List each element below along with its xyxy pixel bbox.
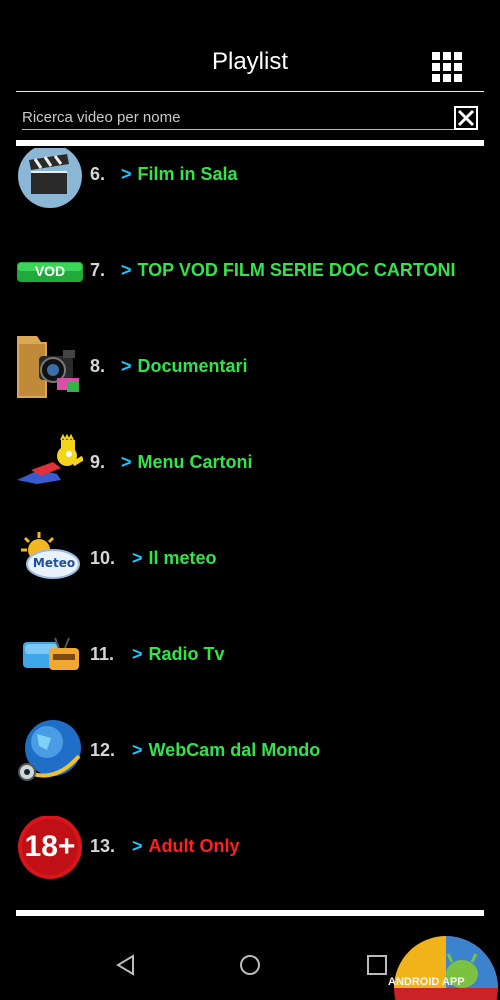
item-text: TOP VOD FILM SERIE DOC CARTONI <box>137 260 456 280</box>
item-arrow: > <box>121 356 132 376</box>
list-top-divider <box>16 140 484 146</box>
back-triangle-icon[interactable] <box>112 950 142 980</box>
item-number: 9. <box>90 452 106 472</box>
playlist-item-film-in-sala[interactable]: 6. > Film in Sala <box>0 148 500 208</box>
playlist-item-documentari[interactable]: 8. > Documentari <box>0 336 500 398</box>
playlist-item-radio-tv[interactable]: 11. > Radio Tv <box>0 626 500 686</box>
header-divider <box>16 91 484 92</box>
item-text: Film in Sala <box>137 164 238 184</box>
item-label: > TOP VOD FILM SERIE DOC CARTONI <box>121 260 456 281</box>
grid-menu-icon[interactable] <box>432 52 462 82</box>
item-number: 12. <box>90 740 116 760</box>
weather-icon: Meteo <box>17 530 83 590</box>
close-box-icon[interactable] <box>454 106 478 130</box>
watermark-text: ANDROID APP <box>388 976 465 988</box>
item-number: 8. <box>90 356 106 376</box>
playlist-item-menu-cartoni[interactable]: 9. > Menu Cartoni <box>0 433 500 494</box>
item-label: > Menu Cartoni <box>121 452 253 473</box>
item-text: Adult Only <box>148 836 240 856</box>
item-number: 6. <box>90 164 106 184</box>
system-navbar: ANDROID APP <box>0 928 500 1000</box>
adult-18-icon: 18+ <box>17 815 83 879</box>
playlist-item-adult-only[interactable]: 18+ 13. > Adult Only <box>0 815 500 879</box>
home-circle-icon[interactable] <box>235 950 265 980</box>
item-arrow: > <box>121 452 132 472</box>
page-title: Playlist <box>211 48 289 75</box>
playlist-item-il-meteo[interactable]: Meteo 10. > Il meteo <box>0 530 500 590</box>
list-bottom-divider <box>16 910 484 916</box>
item-label: > Adult Only <box>132 836 240 857</box>
android-watermark-logo: ANDROID APP <box>378 928 500 1000</box>
item-text: Menu Cartoni <box>137 452 253 472</box>
item-text: Radio Tv <box>148 644 225 664</box>
search-input[interactable] <box>22 108 454 130</box>
folder-camera-icon <box>17 336 83 398</box>
item-arrow: > <box>121 164 132 184</box>
adult-18-text: 18+ <box>24 830 76 863</box>
app-header: Playlist <box>0 0 500 92</box>
item-number: 10. <box>90 548 116 568</box>
item-number: 11. <box>90 644 115 664</box>
tv-radio-icon <box>17 626 83 686</box>
item-number: 7. <box>90 260 106 280</box>
vod-badge-icon: VOD <box>17 242 83 302</box>
item-text: Il meteo <box>148 548 217 568</box>
item-text: WebCam dal Mondo <box>148 740 321 760</box>
cartoon-character-icon <box>17 433 85 494</box>
playlist-item-top-vod[interactable]: VOD 7. > TOP VOD FILM SERIE DOC CARTONI <box>0 242 500 302</box>
item-label: > Il meteo <box>132 548 217 569</box>
item-arrow: > <box>132 836 143 856</box>
item-label: > Documentari <box>121 356 248 377</box>
clapperboard-icon <box>17 148 83 208</box>
globe-webcam-icon <box>17 720 83 782</box>
vod-badge-text: VOD <box>34 263 66 279</box>
weather-icon-text: Meteo <box>32 556 76 570</box>
playlist-list: 6. > Film in Sala VOD 7. > TOP VOD FILM SE… <box>0 148 500 908</box>
item-text: Documentari <box>137 356 248 376</box>
item-arrow: > <box>121 260 132 280</box>
item-arrow: > <box>132 740 143 760</box>
item-arrow: > <box>132 644 143 664</box>
search-bar <box>22 106 482 132</box>
playlist-item-webcam-dal-mondo[interactable]: 12. > WebCam dal Mondo <box>0 720 500 782</box>
item-number: 13. <box>90 836 116 856</box>
item-arrow: > <box>132 548 143 568</box>
item-label: > WebCam dal Mondo <box>132 740 320 761</box>
item-label: > Film in Sala <box>121 164 238 185</box>
item-label: > Radio Tv <box>132 644 225 665</box>
